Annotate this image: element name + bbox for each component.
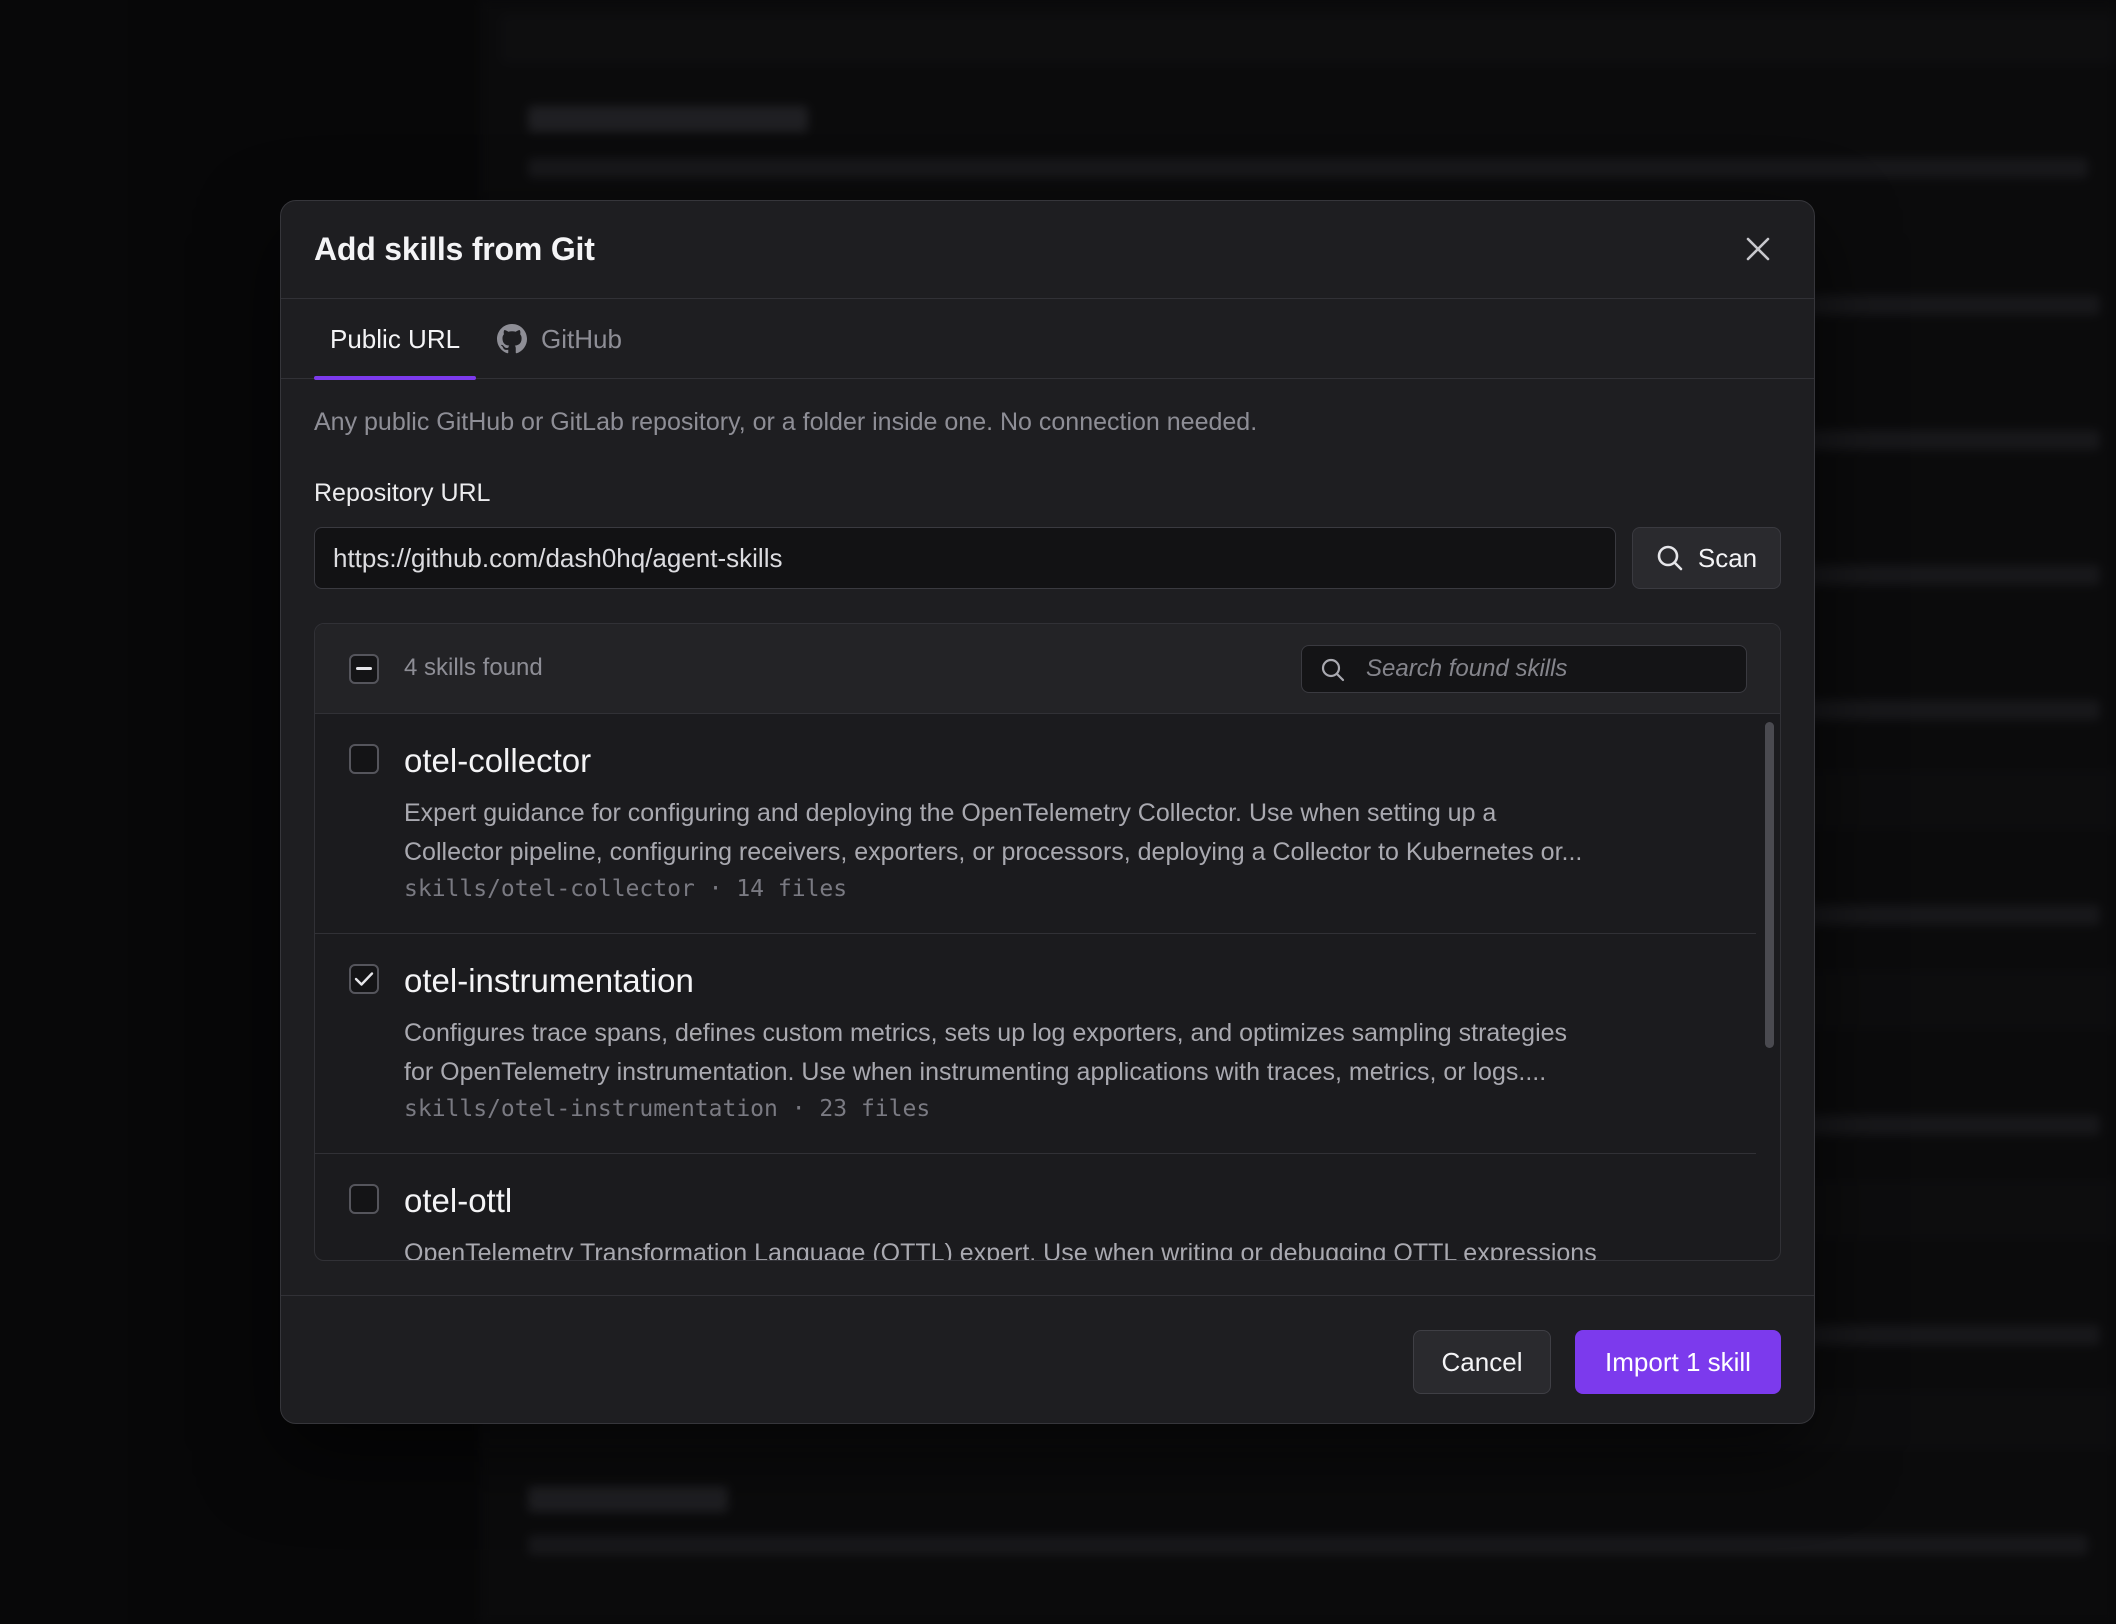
list-scrollbar[interactable] xyxy=(1765,722,1774,1048)
scan-label: Scan xyxy=(1697,542,1758,573)
skills-results-panel: 4 skills found otel-collector Expert gui… xyxy=(314,623,1781,1261)
tab-public-url[interactable]: Public URL xyxy=(314,299,477,380)
skill-description-line: Collector pipeline, configuring receiver… xyxy=(404,838,1583,866)
skill-description: OpenTelemetry Transformation Language (O… xyxy=(404,1234,1724,1260)
github-icon xyxy=(497,324,527,354)
search-found-skills-input[interactable] xyxy=(1366,646,1736,692)
skill-description-line: OpenTelemetry Transformation Language (O… xyxy=(404,1239,1597,1260)
close-icon xyxy=(1746,237,1770,261)
skill-description-line: Expert guidance for configuring and depl… xyxy=(404,799,1497,827)
results-header: 4 skills found xyxy=(315,624,1780,714)
tab-label: GitHub xyxy=(541,323,622,354)
skill-checkbox[interactable] xyxy=(349,1184,379,1214)
dialog-footer: Cancel Import 1 skill xyxy=(281,1295,1814,1423)
skill-item[interactable]: otel-instrumentation Configures trace sp… xyxy=(315,934,1756,1154)
close-button[interactable] xyxy=(1738,229,1778,269)
search-icon xyxy=(1321,658,1345,682)
skills-found-count: 4 skills found xyxy=(404,654,543,681)
search-found-skills[interactable] xyxy=(1301,645,1747,693)
skill-item[interactable]: otel-collector Expert guidance for confi… xyxy=(315,714,1756,934)
dialog-title: Add skills from Git xyxy=(314,231,595,267)
hint-text: Any public GitHub or GitLab repository, … xyxy=(314,408,1258,436)
skill-name: otel-collector xyxy=(404,742,592,779)
skill-name: otel-ottl xyxy=(404,1182,513,1219)
cancel-button[interactable]: Cancel xyxy=(1413,1330,1551,1394)
skill-item[interactable]: otel-ottl OpenTelemetry Transformation L… xyxy=(315,1154,1756,1260)
skill-description: Configures trace spans, defines custom m… xyxy=(404,1014,1724,1092)
skill-checkbox[interactable] xyxy=(349,964,379,994)
skill-description: Expert guidance for configuring and depl… xyxy=(404,794,1724,872)
dialog-header: Add skills from Git xyxy=(281,201,1814,299)
check-icon xyxy=(354,972,374,986)
skill-checkbox[interactable] xyxy=(349,744,379,774)
skill-meta: skills/otel-collector · 14 files xyxy=(404,876,848,902)
select-all-checkbox[interactable] xyxy=(349,654,379,684)
skill-description-line: Configures trace spans, defines custom m… xyxy=(404,1019,1568,1047)
repository-url-input[interactable] xyxy=(314,527,1616,589)
tab-github[interactable]: GitHub xyxy=(497,299,622,379)
tab-bar: Public URL GitHub xyxy=(281,299,1814,380)
add-skills-dialog: Add skills from Git Public URL GitHub An… xyxy=(280,200,1815,1424)
import-button[interactable]: Import 1 skill xyxy=(1575,1330,1781,1394)
skill-description-line: for OpenTelemetry instrumentation. Use w… xyxy=(404,1058,1547,1086)
repository-url-label: Repository URL xyxy=(314,479,491,507)
scan-button[interactable]: Scan xyxy=(1632,527,1781,589)
minus-icon xyxy=(356,667,372,670)
tab-label: Public URL xyxy=(330,323,461,354)
search-icon xyxy=(1657,545,1683,571)
skills-list: otel-collector Expert guidance for confi… xyxy=(315,714,1780,1260)
skill-name: otel-instrumentation xyxy=(404,962,694,999)
skill-meta: skills/otel-instrumentation · 23 files xyxy=(404,1096,931,1122)
